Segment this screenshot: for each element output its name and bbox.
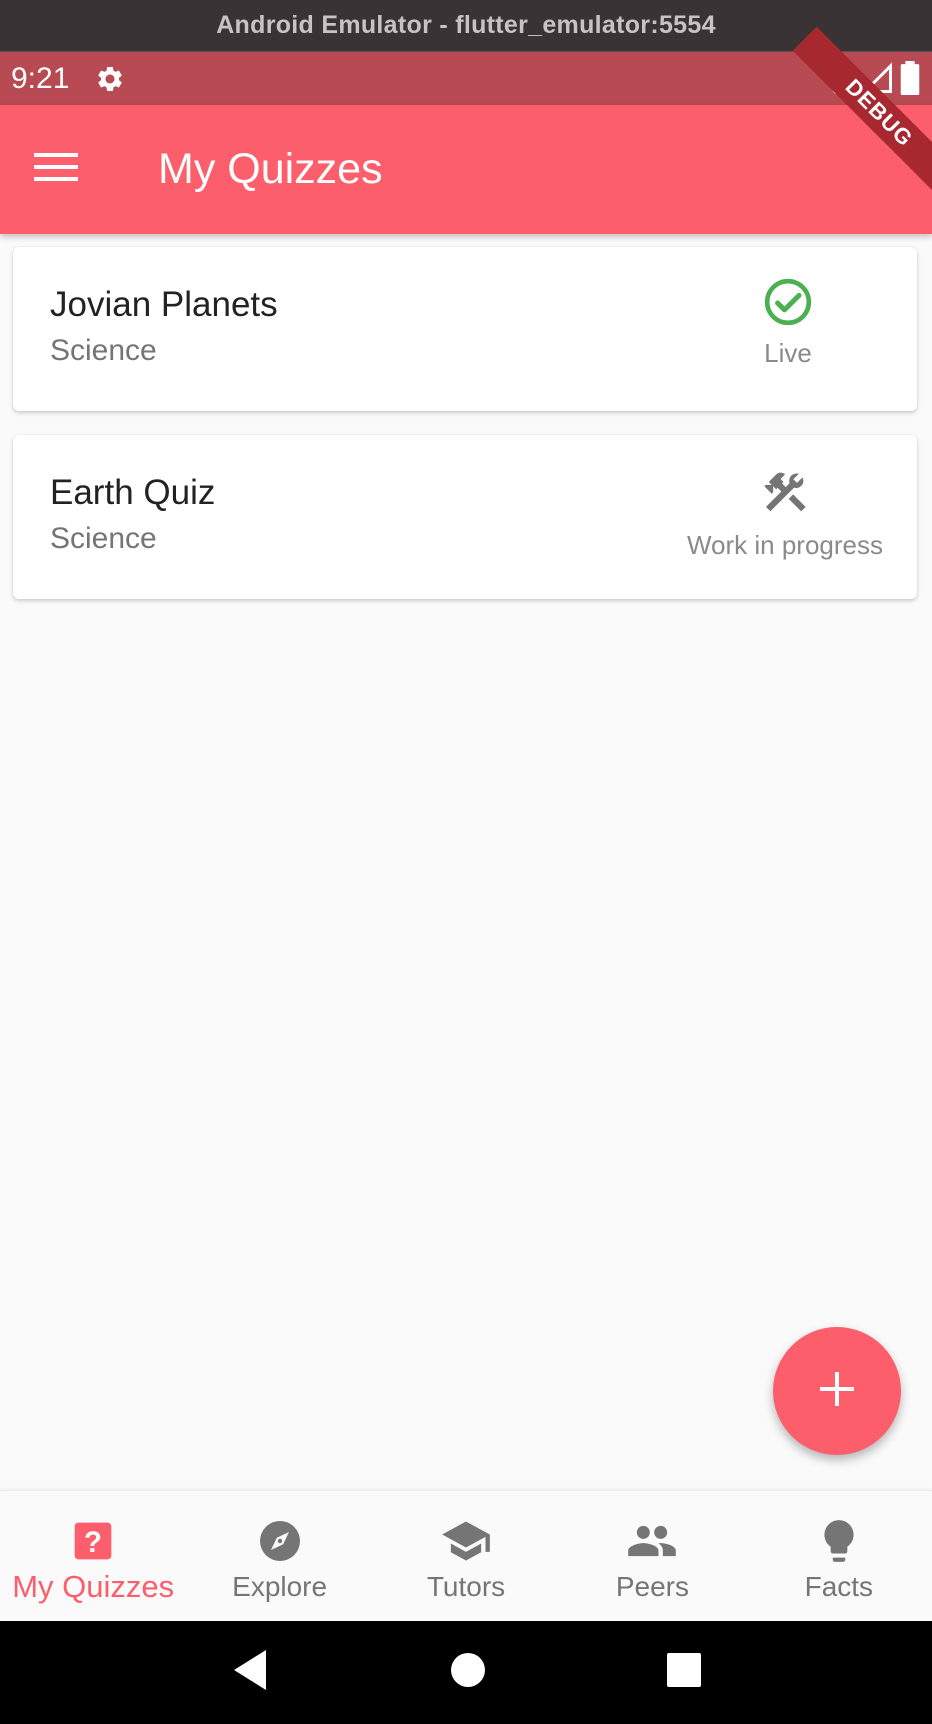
nav-item-facts[interactable]: Facts xyxy=(746,1491,932,1621)
app-bar: My Quizzes xyxy=(0,105,932,234)
status-bar: 9:21 xyxy=(0,52,932,105)
quiz-status: Live xyxy=(763,277,813,369)
bottom-navigation: ? My Quizzes Explore Tutors Peers Facts xyxy=(0,1490,932,1621)
window-title-bar: Android Emulator - flutter_emulator:5554 xyxy=(0,0,932,52)
nav-item-explore[interactable]: Explore xyxy=(186,1491,372,1621)
nav-item-my-quizzes[interactable]: ? My Quizzes xyxy=(0,1491,186,1621)
settings-gear-icon xyxy=(95,64,125,94)
svg-text:?: ? xyxy=(84,1526,102,1559)
nav-item-peers[interactable]: Peers xyxy=(559,1491,745,1621)
graduation-cap-icon xyxy=(440,1515,492,1567)
quiz-icon: ? xyxy=(67,1515,119,1567)
quiz-title: Jovian Planets xyxy=(50,285,278,324)
nav-label: Peers xyxy=(615,1571,689,1602)
quiz-status-label: Work in progress xyxy=(686,530,883,560)
home-button[interactable] xyxy=(450,1652,486,1693)
quiz-status-label: Live xyxy=(764,338,812,368)
nav-label: Tutors xyxy=(426,1571,506,1602)
check-circle-icon xyxy=(763,277,813,332)
battery-icon xyxy=(900,61,920,100)
people-icon xyxy=(626,1515,678,1567)
status-time: 9:21 xyxy=(11,61,70,95)
back-button[interactable] xyxy=(230,1648,270,1697)
quiz-card[interactable]: Jovian Planets Science Live xyxy=(13,247,917,411)
hammer-wrench-icon xyxy=(760,467,810,522)
lightbulb-icon xyxy=(813,1515,865,1567)
plus-icon xyxy=(818,1370,856,1413)
menu-icon xyxy=(34,151,78,188)
add-quiz-button[interactable] xyxy=(773,1327,901,1455)
system-navigation-bar xyxy=(0,1621,932,1724)
quiz-category: Science xyxy=(50,522,157,555)
nav-item-tutors[interactable]: Tutors xyxy=(373,1491,559,1621)
nav-label: My Quizzes xyxy=(12,1569,175,1604)
recents-button[interactable] xyxy=(666,1652,702,1693)
menu-button[interactable] xyxy=(28,143,84,195)
nav-label: Explore xyxy=(232,1571,328,1602)
page-title: My Quizzes xyxy=(158,145,383,193)
compass-icon xyxy=(254,1515,306,1567)
quiz-category: Science xyxy=(50,334,157,367)
quiz-card[interactable]: Earth Quiz Science Work in progress xyxy=(13,435,917,599)
quiz-title: Earth Quiz xyxy=(50,473,216,512)
quiz-status: Work in progress xyxy=(687,467,883,561)
window-title: Android Emulator - flutter_emulator:5554 xyxy=(216,11,716,39)
nav-label: Facts xyxy=(804,1571,874,1602)
